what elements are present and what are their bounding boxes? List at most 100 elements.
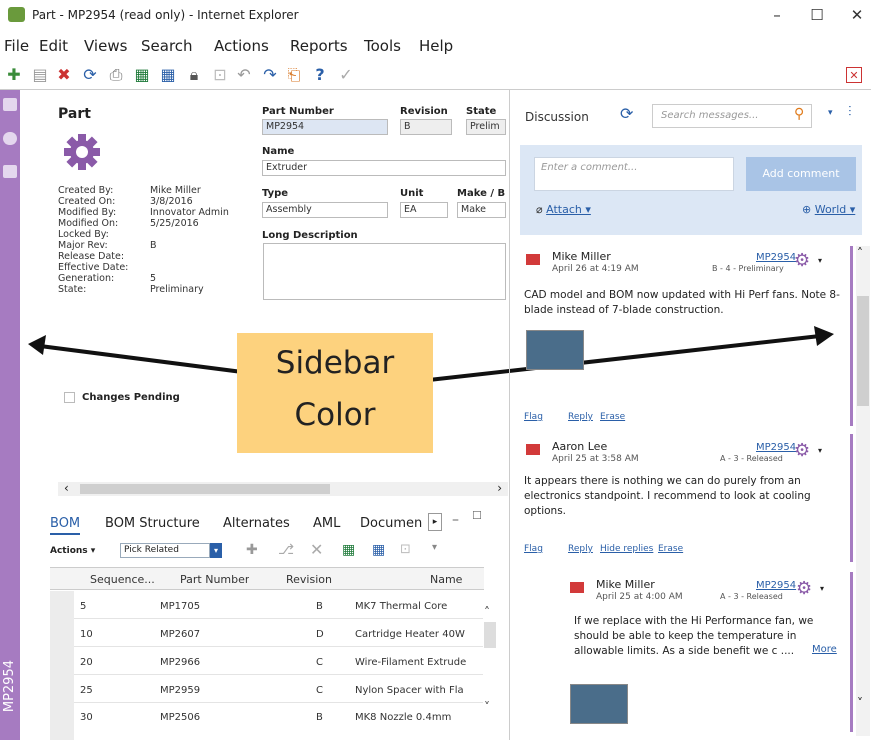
erase-link[interactable]: Erase	[600, 412, 625, 422]
discussion-post: Aaron Lee April 25 at 3:58 AM MP2954 A -…	[518, 434, 853, 562]
post-author[interactable]: Mike Miller	[552, 250, 611, 263]
cell-revision: C	[316, 657, 323, 668]
maximize-panel-icon[interactable]: ☐	[472, 509, 482, 522]
cell-part-number: MP2966	[160, 657, 201, 668]
reply-link[interactable]: Reply	[568, 544, 593, 554]
comment-input[interactable]: Enter a comment...	[534, 157, 734, 191]
post-menu-chevron-icon[interactable]: ▾	[820, 584, 824, 593]
column-header[interactable]: Part Number	[180, 573, 249, 586]
post-date: April 25 at 3:58 AM	[552, 454, 639, 464]
column-header[interactable]: Revision	[286, 573, 332, 586]
tab-bom-structure[interactable]: BOM Structure	[105, 516, 200, 531]
actions-menu[interactable]: Actions ▾	[50, 546, 95, 556]
delete-row-icon[interactable]: ✕	[310, 540, 323, 559]
more-link[interactable]: More	[812, 644, 837, 655]
post-date: April 26 at 4:19 AM	[552, 264, 639, 274]
scrollbar-thumb[interactable]	[857, 296, 869, 406]
refresh-discussion-icon[interactable]: ⟳	[620, 104, 633, 123]
search-options-icon[interactable]: ▾	[828, 108, 833, 118]
row-divider	[74, 646, 483, 647]
tab-aml[interactable]: AML	[313, 516, 340, 531]
tabs-overflow-icon[interactable]: ▸	[428, 513, 442, 531]
tab-bom[interactable]: BOM	[50, 516, 81, 535]
cell-name: MK7 Thermal Core	[355, 601, 448, 612]
tab-alternates[interactable]: Alternates	[223, 516, 290, 531]
cell-sequence: 20	[80, 657, 93, 668]
globe-icon: ⊕	[802, 203, 812, 216]
scroll-down-icon[interactable]: ˅	[857, 696, 863, 710]
post-gear-icon[interactable]: ⚙	[794, 440, 810, 461]
cell-sequence: 30	[80, 712, 93, 723]
pick-related-select[interactable]: Pick Related	[120, 543, 210, 558]
search-messages-input[interactable]: Search messages...	[652, 104, 812, 128]
word-export-icon[interactable]: ▦	[372, 542, 385, 558]
relationship-panel: BOM BOM Structure Alternates AML Documen…	[20, 508, 509, 740]
scroll-down-icon[interactable]: ˅	[484, 700, 490, 714]
cell-name: MK8 Nozzle 0.4mm	[355, 712, 452, 723]
tab-documents[interactable]: Documen	[360, 516, 426, 531]
row-selector-column	[50, 591, 74, 740]
structure-icon[interactable]: ⎇	[278, 542, 294, 558]
grid-scrollbar-thumb[interactable]	[484, 622, 496, 648]
post-text: It appears there is nothing we can do pu…	[524, 475, 811, 517]
minimize-panel-icon[interactable]: –	[452, 512, 459, 528]
cell-sequence: 5	[80, 601, 87, 612]
post-text: CAD model and BOM now updated with Hi Pe…	[524, 289, 840, 316]
chevron-down-icon[interactable]: ▾	[210, 543, 222, 558]
scroll-up-icon[interactable]: ˄	[857, 246, 863, 260]
attach-button[interactable]: ⌀ Attach ▾	[536, 203, 591, 216]
post-image-thumbnail[interactable]	[570, 684, 628, 724]
attach-label: Attach ▾	[546, 203, 591, 216]
post-author[interactable]: Mike Miller	[596, 578, 655, 591]
cell-part-number: MP1705	[160, 601, 201, 612]
row-divider	[74, 618, 483, 619]
hide-replies-link[interactable]: Hide replies	[600, 544, 653, 554]
reply-flag-icon	[570, 582, 584, 593]
post-item-link[interactable]: MP2954	[756, 580, 796, 591]
cell-name: Cartridge Heater 40W	[355, 629, 465, 640]
flag-link[interactable]: Flag	[524, 412, 543, 422]
add-row-icon[interactable]: ✚	[246, 542, 258, 558]
cell-revision: C	[316, 685, 323, 696]
column-header[interactable]: Name	[430, 573, 462, 586]
flag-link[interactable]: Flag	[524, 544, 543, 554]
world-scope-button[interactable]: ⊕ World ▾	[802, 203, 855, 216]
search-icon[interactable]: ⚲	[794, 106, 804, 122]
post-item-link[interactable]: MP2954	[756, 442, 796, 453]
comment-flag-icon	[526, 254, 540, 265]
add-comment-button[interactable]: Add comment	[746, 157, 856, 191]
post-author[interactable]: Aaron Lee	[552, 440, 607, 453]
cell-revision: B	[316, 712, 323, 723]
post-menu-chevron-icon[interactable]: ▾	[818, 256, 822, 265]
post-image-thumbnail[interactable]	[526, 330, 584, 370]
discussion-reply: Mike Miller April 25 at 4:00 AM MP2954 A…	[560, 572, 853, 732]
lock-row-icon[interactable]: ⊡	[400, 542, 411, 557]
post-date: April 25 at 4:00 AM	[596, 592, 683, 602]
sidebar-color-callout: Sidebar Color	[237, 333, 433, 453]
more-icon[interactable]: ▾	[432, 542, 437, 553]
view-settings-icon[interactable]: ⫶	[848, 104, 852, 120]
cell-part-number: MP2607	[160, 629, 201, 640]
callout-line-2: Color	[294, 397, 376, 433]
post-revision: A - 3 - Released	[720, 592, 783, 601]
scroll-up-icon[interactable]: ˄	[484, 605, 490, 619]
comment-flag-icon	[526, 444, 540, 455]
reply-link[interactable]: Reply	[568, 412, 593, 422]
cell-part-number: MP2506	[160, 712, 201, 723]
post-revision: A - 3 - Released	[720, 454, 783, 463]
cell-name: Wire-Filament Extrude	[355, 657, 467, 668]
discussion-post: Mike Miller April 26 at 4:19 AM MP2954 B…	[518, 246, 853, 426]
erase-link[interactable]: Erase	[658, 544, 683, 554]
cell-sequence: 10	[80, 629, 93, 640]
post-item-link[interactable]: MP2954	[756, 252, 796, 263]
discussion-scrollbar[interactable]: ˄ ˅	[856, 246, 870, 736]
excel-export-icon[interactable]: ▦	[342, 542, 355, 558]
discussion-panel: Discussion ⟳ Search messages... ⚲ ▾ ⫶ En…	[509, 90, 871, 740]
post-menu-chevron-icon[interactable]: ▾	[818, 446, 822, 455]
column-header[interactable]: Sequence...	[90, 573, 155, 586]
row-divider	[74, 702, 483, 703]
post-gear-icon[interactable]: ⚙	[796, 578, 812, 599]
cell-revision: B	[316, 601, 323, 612]
post-text: If we replace with the Hi Performance fa…	[574, 615, 814, 657]
post-gear-icon[interactable]: ⚙	[794, 250, 810, 271]
